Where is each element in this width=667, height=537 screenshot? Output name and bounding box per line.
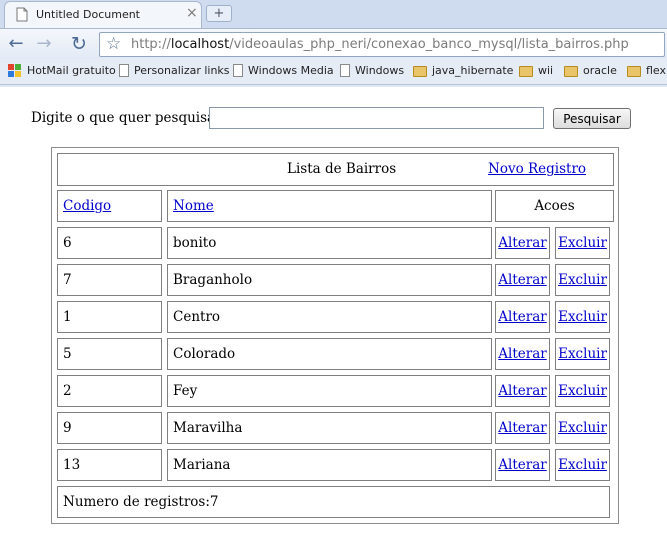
row-codigo: 5 [57,338,162,370]
row-alterar-cell: Alterar [495,412,550,444]
bookmark-hotmail[interactable]: HotMail gratuito [8,64,116,77]
url-text[interactable]: http://localhost/videoaulas_php_neri/con… [131,37,629,52]
row-nome: Fey [167,375,492,407]
row-nome: Braganholo [167,264,492,296]
row-excluir-cell: Excluir [555,338,610,370]
close-tab-icon[interactable]: × [186,5,198,21]
row-excluir-cell: Excluir [555,412,610,444]
bookmarks-bar: HotMail gratuito Personalizar links Wind… [0,59,667,85]
folder-icon [413,66,427,77]
page-content: Digite o que quer pesquisar.: Pesquisar … [0,87,667,537]
browser-chrome: Untitled Document × + ← → ↻ ☆ http://loc… [0,0,667,87]
bairros-table: Lista de Bairros Novo Registro Codigo No… [51,147,619,524]
url-path: /videoaulas_php_neri/conexao_banco_mysql… [229,37,629,52]
table-title: Lista de Bairros [287,161,397,177]
header-codigo-link[interactable]: Codigo [63,198,111,214]
url-host: localhost [170,37,230,52]
header-acoes: Acoes [495,190,614,222]
bookmark-label: oracle [583,64,617,77]
alterar-link[interactable]: Alterar [498,457,546,473]
record-count: Numero de registros:7 [57,486,610,518]
row-excluir-cell: Excluir [555,375,610,407]
document-icon [16,7,28,22]
bookmark-oracle[interactable]: oracle [564,64,617,77]
page-icon [340,64,350,77]
folder-icon [519,66,533,77]
search-input[interactable] [209,107,544,129]
bookmark-label: HotMail gratuito [27,64,116,77]
row-codigo: 1 [57,301,162,333]
bookmark-label: wii [538,64,554,77]
bookmark-label: Windows Media [248,64,334,77]
forward-arrow-icon[interactable]: → [32,32,56,56]
page-icon [233,64,243,77]
row-alterar-cell: Alterar [495,449,550,481]
tab-strip: Untitled Document × + [0,0,667,28]
address-bar[interactable]: ☆ http://localhost/videoaulas_php_neri/c… [99,32,665,57]
search-button[interactable]: Pesquisar [553,108,631,129]
row-alterar-cell: Alterar [495,375,550,407]
excluir-link[interactable]: Excluir [558,235,607,251]
row-excluir-cell: Excluir [555,227,610,259]
url-scheme: http:// [131,37,171,52]
row-alterar-cell: Alterar [495,227,550,259]
row-nome: Mariana [167,449,492,481]
new-record-link[interactable]: Novo Registro [488,154,586,184]
row-codigo: 2 [57,375,162,407]
row-nome: bonito [167,227,492,259]
bookmark-windows-media[interactable]: Windows Media [233,64,334,77]
row-codigo: 7 [57,264,162,296]
row-nome: Centro [167,301,492,333]
navigation-toolbar: ← → ↻ ☆ http://localhost/videoaulas_php_… [0,28,667,59]
header-codigo-cell: Codigo [57,190,162,222]
row-excluir-cell: Excluir [555,264,610,296]
folder-icon [627,66,641,77]
bookmark-label: flex [646,64,667,77]
row-codigo: 6 [57,227,162,259]
alterar-link[interactable]: Alterar [498,420,546,436]
row-alterar-cell: Alterar [495,301,550,333]
bookmark-label: Windows [355,64,405,77]
search-label: Digite o que quer pesquisar.: [31,110,229,126]
header-nome-cell: Nome [167,190,492,222]
alterar-link[interactable]: Alterar [498,309,546,325]
header-nome-link[interactable]: Nome [173,198,214,214]
table-title-row: Lista de Bairros Novo Registro [57,153,614,186]
browser-tab[interactable]: Untitled Document × [4,1,202,28]
reload-icon[interactable]: ↻ [67,32,91,56]
row-excluir-cell: Excluir [555,449,610,481]
excluir-link[interactable]: Excluir [558,309,607,325]
bookmark-label: Personalizar links [134,64,230,77]
excluir-link[interactable]: Excluir [558,272,607,288]
folder-icon [564,66,578,77]
bookmark-label: java_hibernate [432,64,514,77]
alterar-link[interactable]: Alterar [498,383,546,399]
new-tab-button[interactable]: + [206,5,232,22]
alterar-link[interactable]: Alterar [498,346,546,362]
bookmark-wii[interactable]: wii [519,64,553,77]
row-alterar-cell: Alterar [495,264,550,296]
alterar-link[interactable]: Alterar [498,272,546,288]
bookmark-star-icon[interactable]: ☆ [106,34,121,54]
excluir-link[interactable]: Excluir [558,457,607,473]
tab-title: Untitled Document [36,8,140,21]
back-arrow-icon[interactable]: ← [4,32,28,56]
row-alterar-cell: Alterar [495,338,550,370]
page-icon [119,64,129,77]
row-codigo: 9 [57,412,162,444]
excluir-link[interactable]: Excluir [558,383,607,399]
bookmark-personalizar-links[interactable]: Personalizar links [119,64,230,77]
bookmark-windows[interactable]: Windows [340,64,404,77]
msn-butterfly-icon [8,64,22,77]
alterar-link[interactable]: Alterar [498,235,546,251]
row-excluir-cell: Excluir [555,301,610,333]
excluir-link[interactable]: Excluir [558,346,607,362]
excluir-link[interactable]: Excluir [558,420,607,436]
row-nome: Colorado [167,338,492,370]
row-nome: Maravilha [167,412,492,444]
bookmark-java-hibernate[interactable]: java_hibernate [413,64,513,77]
row-codigo: 13 [57,449,162,481]
bookmark-flex[interactable]: flex [627,64,666,77]
